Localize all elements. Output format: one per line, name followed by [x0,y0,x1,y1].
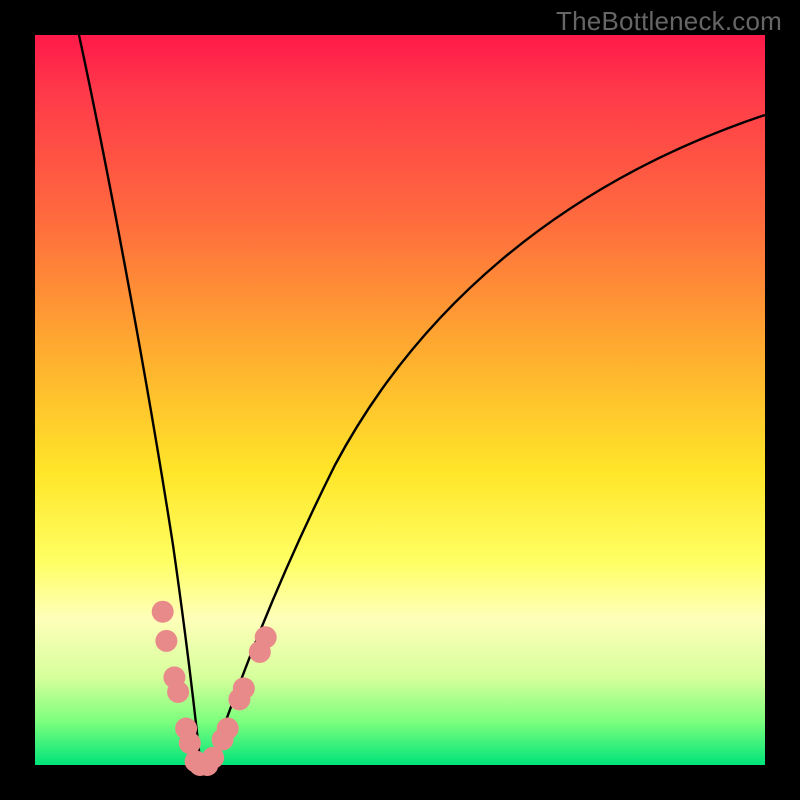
marker-point [152,601,174,623]
right-branch-curve [211,115,765,762]
marker-layer [152,601,277,776]
curve-layer [79,35,765,762]
left-branch-curve [79,35,200,760]
marker-point [255,626,277,648]
marker-point [233,677,255,699]
chart-frame: TheBottleneck.com [0,0,800,800]
watermark-text: TheBottleneck.com [556,6,782,37]
marker-point [217,718,239,740]
chart-svg [35,35,765,765]
marker-point [167,681,189,703]
marker-point [155,630,177,652]
